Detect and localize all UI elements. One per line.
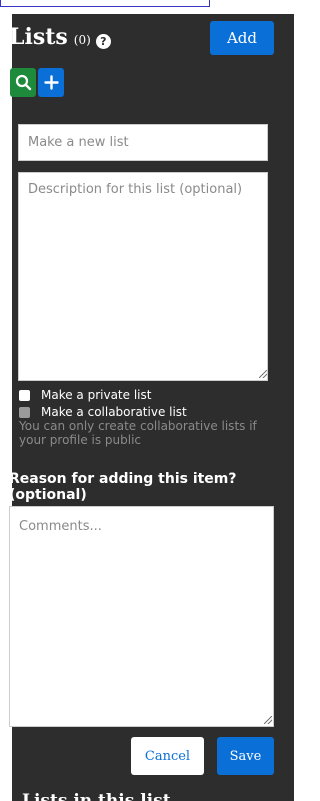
private-list-option[interactable]: Make a private list — [19, 388, 151, 402]
page-title: Lists — [9, 24, 68, 50]
list-description-textarea[interactable] — [18, 172, 268, 381]
collaborative-list-label: Make a collaborative list — [41, 405, 187, 419]
collaborative-hint: You can only create collaborative lists … — [19, 419, 257, 447]
lists-in-list-heading: Lists in this list — [22, 791, 171, 801]
private-list-checkbox[interactable] — [19, 389, 30, 401]
description-resize-handle[interactable] — [259, 370, 267, 378]
question-circle-icon[interactable]: ? — [95, 34, 111, 49]
add-button[interactable]: Add — [210, 21, 274, 55]
new-list-button[interactable] — [38, 68, 64, 97]
lists-header: Lists (0) ? — [9, 24, 111, 50]
comments-resize-handle[interactable] — [264, 716, 272, 724]
collaborative-list-option: Make a collaborative list — [19, 405, 187, 419]
search-icon — [15, 74, 31, 91]
comments-textarea[interactable] — [9, 506, 274, 727]
save-button[interactable]: Save — [217, 737, 274, 775]
reason-label: Reason for adding this item? (optional) — [9, 471, 237, 503]
cancel-button[interactable]: Cancel — [131, 737, 204, 775]
top-bordered-strip — [0, 0, 210, 7]
list-count: (0) — [73, 33, 91, 47]
collaborative-list-checkbox — [19, 406, 30, 418]
private-list-label: Make a private list — [41, 388, 152, 402]
search-button[interactable] — [10, 68, 36, 97]
list-name-input[interactable] — [18, 124, 268, 161]
plus-icon — [43, 75, 59, 90]
